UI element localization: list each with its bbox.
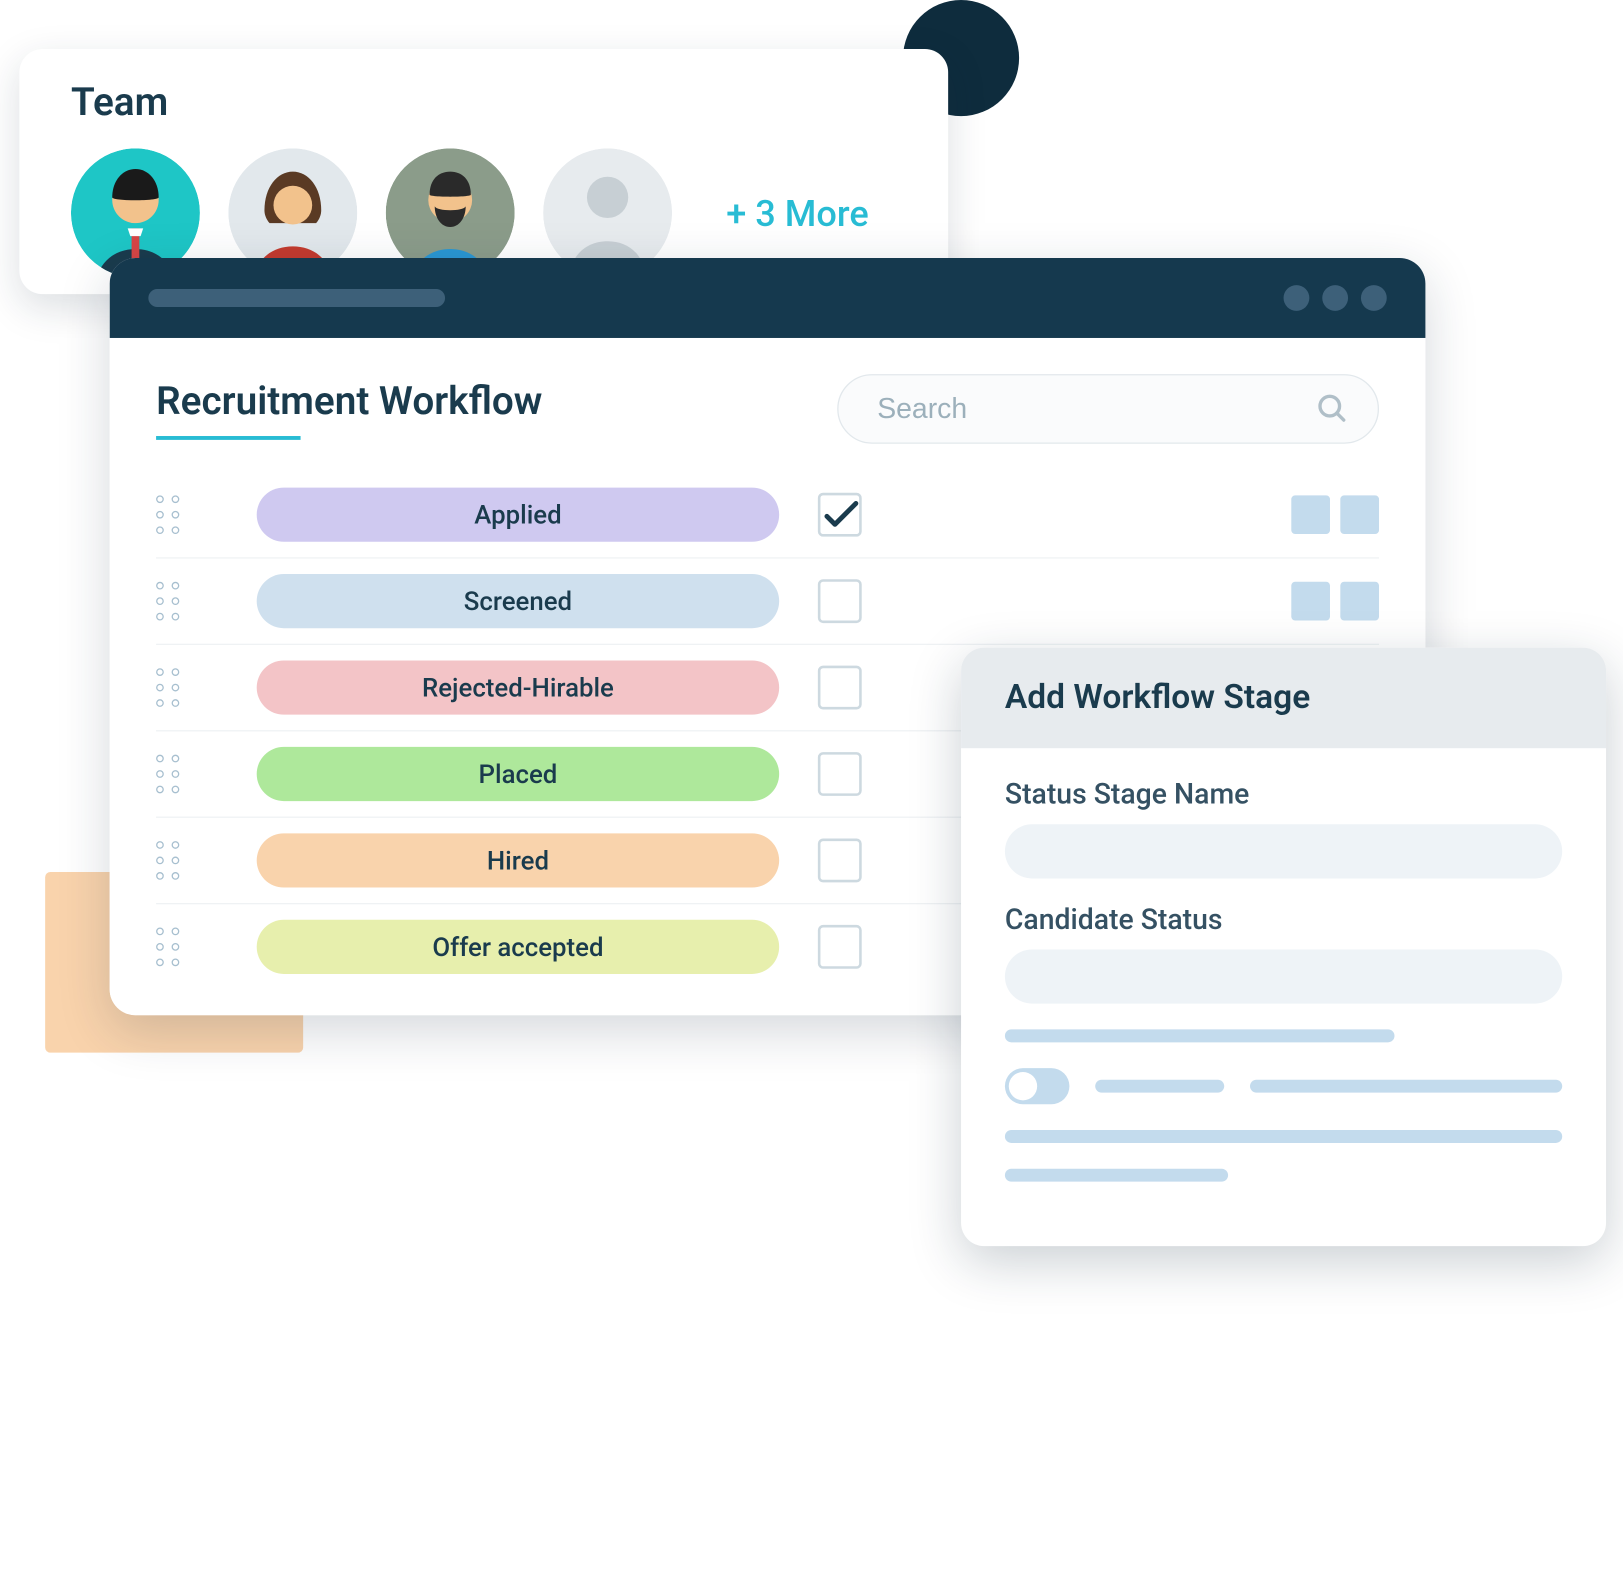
stage-checkbox[interactable]	[818, 925, 862, 969]
placeholder-line	[1005, 1029, 1395, 1042]
stage-pill[interactable]: Offer accepted	[257, 920, 779, 974]
stage-name-label: Status Stage Name	[1005, 779, 1562, 811]
stage-pill[interactable]: Placed	[257, 747, 779, 801]
stage-checkbox[interactable]	[818, 666, 862, 710]
drag-handle-icon[interactable]	[156, 928, 179, 967]
drag-handle-icon[interactable]	[156, 841, 179, 880]
window-titlebar	[110, 258, 1426, 338]
stage-pill[interactable]: Screened	[257, 574, 779, 628]
stage-checkbox[interactable]	[818, 579, 862, 623]
search-box[interactable]	[837, 374, 1379, 444]
drag-handle-icon[interactable]	[156, 755, 179, 794]
stage-checkbox[interactable]	[818, 752, 862, 796]
action-icon[interactable]	[1340, 582, 1379, 621]
placeholder-line	[1095, 1080, 1224, 1093]
stage-row: Applied	[156, 472, 1379, 557]
stage-row: Screened	[156, 557, 1379, 643]
row-actions	[1291, 495, 1379, 534]
candidate-status-input[interactable]	[1005, 949, 1562, 1003]
workflow-title: Recruitment Workflow	[156, 379, 542, 440]
team-more-link[interactable]: + 3 More	[726, 192, 868, 235]
stage-pill[interactable]: Applied	[257, 488, 779, 542]
stage-checkbox[interactable]	[818, 493, 862, 537]
window-controls	[1284, 285, 1387, 311]
stage-checkbox[interactable]	[818, 839, 862, 883]
stage-pill[interactable]: Hired	[257, 833, 779, 887]
candidate-status-label: Candidate Status	[1005, 904, 1562, 936]
add-stage-header: Add Workflow Stage	[961, 648, 1606, 749]
drag-handle-icon[interactable]	[156, 582, 179, 621]
window-dot[interactable]	[1361, 285, 1387, 311]
drag-handle-icon[interactable]	[156, 668, 179, 707]
add-stage-panel: Add Workflow Stage Status Stage Name Can…	[961, 648, 1606, 1247]
action-icon[interactable]	[1291, 495, 1330, 534]
stage-pill[interactable]: Rejected-Hirable	[257, 660, 779, 714]
search-icon[interactable]	[1316, 392, 1350, 426]
window-dot[interactable]	[1322, 285, 1348, 311]
add-stage-title: Add Workflow Stage	[1005, 679, 1562, 718]
action-icon[interactable]	[1340, 495, 1379, 534]
window-dot[interactable]	[1284, 285, 1310, 311]
placeholder-line	[1005, 1130, 1562, 1143]
row-actions	[1291, 582, 1379, 621]
stage-name-input[interactable]	[1005, 824, 1562, 878]
drag-handle-icon[interactable]	[156, 495, 179, 534]
search-input[interactable]	[877, 392, 1255, 426]
toggle-switch[interactable]	[1005, 1068, 1069, 1104]
placeholder-line	[1005, 1169, 1228, 1182]
action-icon[interactable]	[1291, 582, 1330, 621]
placeholder-line	[1250, 1080, 1562, 1093]
team-title: Team	[71, 80, 897, 125]
window-title-placeholder	[148, 289, 445, 307]
